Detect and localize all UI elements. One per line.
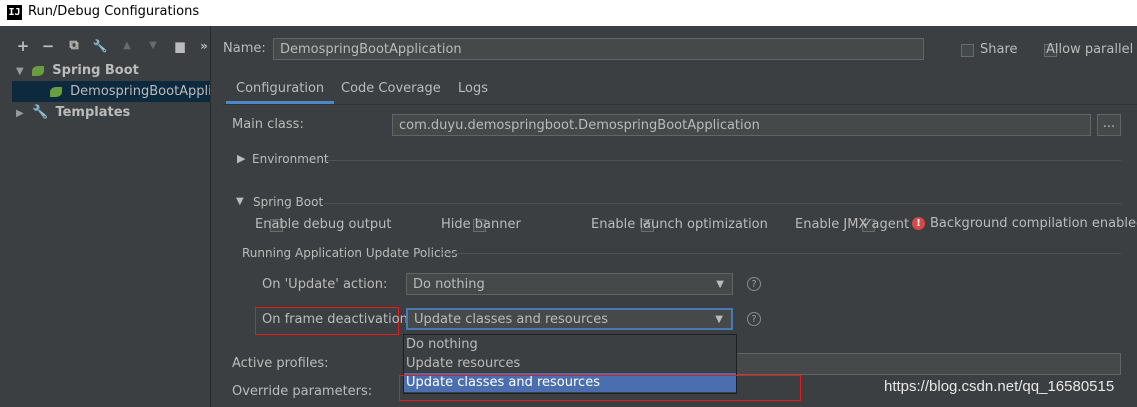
- wrench-icon[interactable]: 🔧: [90, 36, 110, 56]
- active-profiles-input[interactable]: [736, 353, 1121, 375]
- tab-logs[interactable]: Logs: [448, 74, 498, 104]
- share-label: Share: [980, 42, 1018, 57]
- enable-launch-label: Enable launch optimization: [591, 217, 768, 232]
- folder-icon[interactable]: ▆: [170, 36, 190, 56]
- enable-debug-label: Enable debug output: [255, 217, 392, 232]
- name-input[interactable]: DemospringBootApplication: [273, 38, 924, 60]
- popup-option-update-resources[interactable]: Update resources: [404, 354, 736, 373]
- tab-configuration[interactable]: Configuration: [226, 74, 335, 104]
- browse-button[interactable]: ...: [1097, 114, 1121, 136]
- tree-item-label: DemospringBootApplica: [70, 84, 227, 99]
- help-icon[interactable]: ?: [747, 312, 761, 326]
- on-frame-label: On frame deactivation:: [262, 312, 413, 327]
- spring-boot-icon: [32, 65, 45, 76]
- tree-item-label: Templates: [55, 105, 131, 120]
- left-panel: + − ⧉ 🔧 ▲ ▼ ▆ » ▼ Spring Boot Demospring…: [0, 26, 227, 407]
- on-update-dropdown[interactable]: Do nothing ▼: [406, 273, 733, 295]
- policies-title: Running Application Update Policies: [242, 246, 458, 260]
- on-frame-value: Update classes and resources: [414, 312, 608, 327]
- title-bar: IJ Run/Debug Configurations: [0, 0, 1137, 26]
- move-down-icon[interactable]: ▼: [143, 36, 163, 56]
- remove-button[interactable]: −: [38, 36, 58, 56]
- copy-icon[interactable]: ⧉: [64, 36, 84, 56]
- spring-boot-divider: [324, 203, 1121, 204]
- warning-icon: !: [912, 217, 925, 230]
- spring-boot-app-icon: [50, 86, 62, 97]
- on-frame-dropdown[interactable]: Update classes and resources ▼: [406, 308, 733, 330]
- chevron-down-icon: ▼: [715, 314, 723, 325]
- spring-boot-arrow-icon[interactable]: ▼: [236, 196, 244, 207]
- tree-item-label: Spring Boot: [52, 63, 139, 78]
- move-up-icon[interactable]: ▲: [117, 36, 137, 56]
- allow-parallel-label: Allow parallel ru: [1046, 42, 1137, 57]
- expand-arrow-icon[interactable]: ▼: [16, 61, 28, 82]
- share-checkbox[interactable]: [961, 44, 974, 57]
- active-profiles-label: Active profiles:: [232, 356, 329, 371]
- tab-code-coverage[interactable]: Code Coverage: [331, 74, 451, 104]
- popup-option-do-nothing[interactable]: Do nothing: [404, 335, 736, 354]
- main-class-label: Main class:: [232, 117, 304, 132]
- spring-boot-section[interactable]: Spring Boot: [253, 195, 323, 209]
- on-update-label: On 'Update' action:: [262, 277, 388, 292]
- collapse-arrow-icon[interactable]: ▶: [16, 103, 28, 124]
- highlight-option-box: [399, 375, 801, 401]
- override-parameters-label: Override parameters:: [232, 384, 373, 399]
- environment-arrow-icon[interactable]: ▶: [237, 152, 245, 165]
- name-label: Name:: [223, 41, 266, 56]
- main-class-input[interactable]: com.duyu.demospringboot.DemospringBootAp…: [392, 114, 1091, 136]
- hide-banner-label: Hide banner: [441, 217, 521, 232]
- window-title: Run/Debug Configurations: [28, 4, 200, 19]
- policies-divider: [441, 253, 1121, 254]
- environment-section[interactable]: Environment: [252, 152, 329, 166]
- help-icon[interactable]: ?: [747, 277, 761, 291]
- tree-item-templates[interactable]: ▶ 🔧 Templates: [0, 102, 210, 123]
- background-compilation-label: Background compilation enabled: [930, 216, 1137, 231]
- tree-item-spring-boot[interactable]: ▼ Spring Boot: [0, 60, 210, 81]
- intellij-logo-icon: IJ: [7, 5, 22, 20]
- watermark-text: https://blog.csdn.net/qq_16580515: [884, 378, 1115, 395]
- chevron-down-icon: ▼: [716, 279, 724, 290]
- tree-item-demo-app[interactable]: DemospringBootApplica: [12, 81, 227, 102]
- add-button[interactable]: +: [13, 36, 33, 56]
- on-update-value: Do nothing: [413, 277, 485, 292]
- enable-jmx-label: Enable JMX agent: [795, 217, 910, 232]
- environment-divider: [326, 160, 1121, 161]
- wrench-icon: 🔧: [32, 105, 49, 120]
